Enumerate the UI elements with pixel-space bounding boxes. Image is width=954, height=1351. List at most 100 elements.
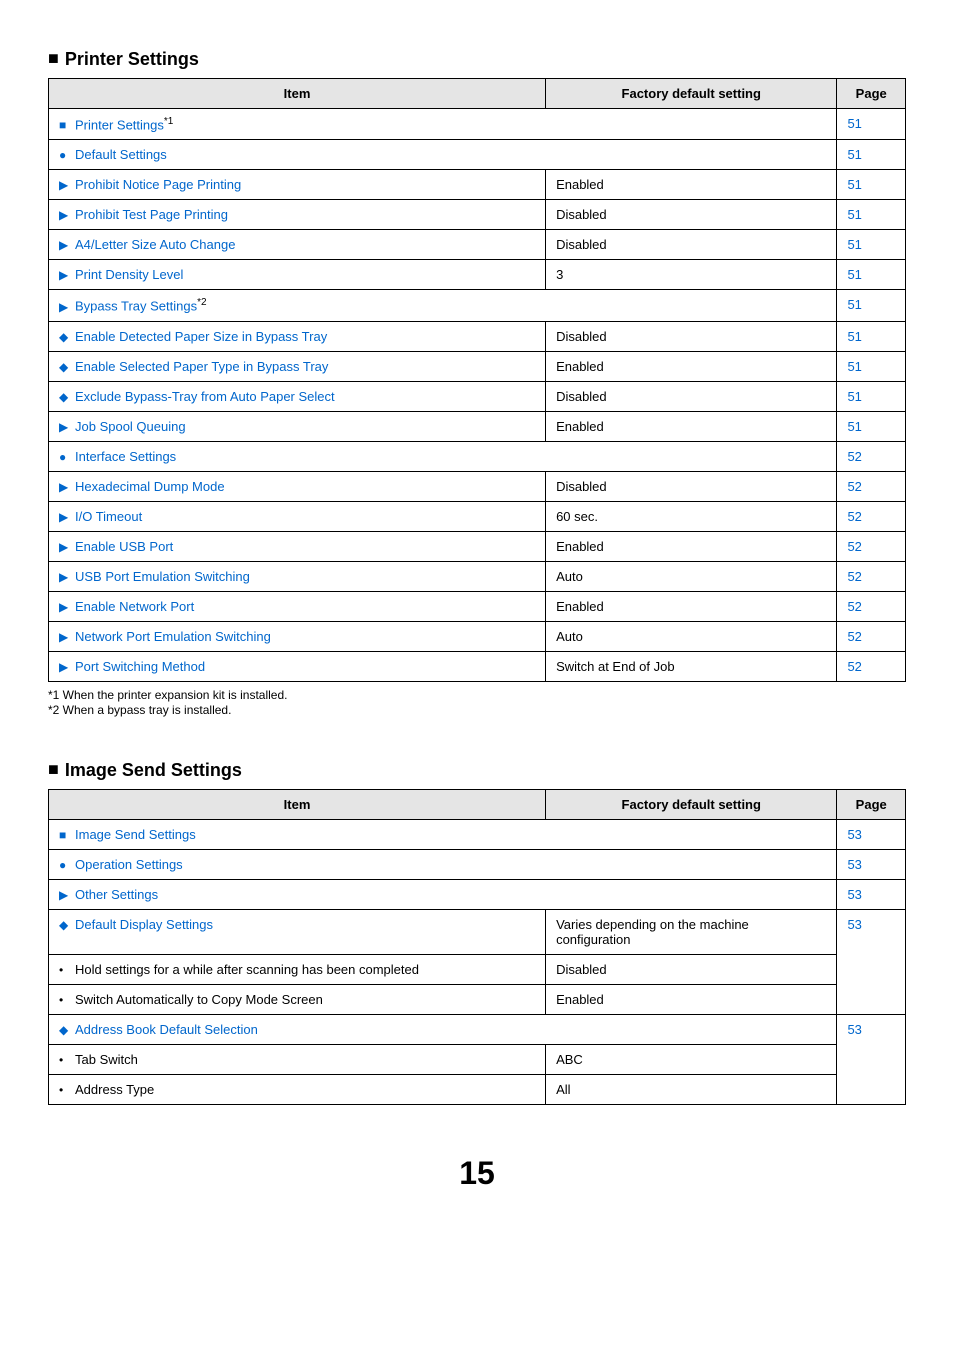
page-cell[interactable]: 51 — [837, 140, 906, 170]
item-cell[interactable]: ▶USB Port Emulation Switching — [49, 561, 546, 591]
section-heading-image-send: ■Image Send Settings — [48, 759, 906, 781]
item-label[interactable]: Address Book Default Selection — [75, 1022, 258, 1037]
item-label[interactable]: Default Settings — [75, 147, 167, 162]
page-link[interactable]: 52 — [847, 599, 861, 614]
item-label[interactable]: Job Spool Queuing — [75, 419, 186, 434]
item-label[interactable]: USB Port Emulation Switching — [75, 569, 250, 584]
page-link[interactable]: 51 — [847, 419, 861, 434]
page-cell[interactable]: 52 — [837, 561, 906, 591]
page-link[interactable]: 51 — [847, 237, 861, 252]
page-cell[interactable]: 53 — [837, 849, 906, 879]
item-cell[interactable]: ▶Prohibit Test Page Printing — [49, 200, 546, 230]
page-link[interactable]: 51 — [847, 359, 861, 374]
item-label[interactable]: Operation Settings — [75, 857, 183, 872]
page-link[interactable]: 51 — [847, 297, 861, 312]
page-link[interactable]: 51 — [847, 267, 861, 282]
page-cell[interactable]: 51 — [837, 230, 906, 260]
item-cell[interactable]: ◆Default Display Settings — [49, 909, 546, 954]
item-cell[interactable]: ■Image Send Settings — [49, 819, 837, 849]
item-cell[interactable]: ●Operation Settings — [49, 849, 837, 879]
page-cell[interactable]: 53 — [837, 819, 906, 849]
item-label[interactable]: Exclude Bypass-Tray from Auto Paper Sele… — [75, 389, 335, 404]
tri-icon: ▶ — [59, 630, 73, 644]
page-link[interactable]: 52 — [847, 479, 861, 494]
page-cell[interactable]: 52 — [837, 501, 906, 531]
item-cell[interactable]: ▶Print Density Level — [49, 260, 546, 290]
table-row: ▶Print Density Level351 — [49, 260, 906, 290]
page-link[interactable]: 51 — [847, 207, 861, 222]
page-link[interactable]: 51 — [847, 329, 861, 344]
item-cell[interactable]: ■Printer Settings*1 — [49, 109, 837, 140]
page-cell[interactable]: 53 — [837, 1014, 906, 1104]
page-cell[interactable]: 52 — [837, 471, 906, 501]
item-cell[interactable]: ▶Bypass Tray Settings*2 — [49, 290, 837, 321]
item-cell[interactable]: ◆Enable Selected Paper Type in Bypass Tr… — [49, 351, 546, 381]
page-cell[interactable]: 51 — [837, 200, 906, 230]
item-cell[interactable]: ▶Hexadecimal Dump Mode — [49, 471, 546, 501]
item-cell[interactable]: ▶Port Switching Method — [49, 651, 546, 681]
page-cell[interactable]: 51 — [837, 321, 906, 351]
factory-cell: All — [546, 1074, 837, 1104]
item-label[interactable]: Port Switching Method — [75, 659, 205, 674]
page-cell[interactable]: 51 — [837, 170, 906, 200]
item-cell[interactable]: ◆Enable Detected Paper Size in Bypass Tr… — [49, 321, 546, 351]
item-cell[interactable]: ▶A4/Letter Size Auto Change — [49, 230, 546, 260]
page-cell[interactable]: 53 — [837, 879, 906, 909]
page-cell[interactable]: 51 — [837, 411, 906, 441]
item-label[interactable]: Hexadecimal Dump Mode — [75, 479, 225, 494]
page-link[interactable]: 53 — [847, 857, 861, 872]
item-label[interactable]: Print Density Level — [75, 267, 183, 282]
item-label[interactable]: Printer Settings — [75, 117, 164, 132]
page-cell[interactable]: 52 — [837, 441, 906, 471]
item-label[interactable]: Network Port Emulation Switching — [75, 629, 271, 644]
page-cell[interactable]: 52 — [837, 591, 906, 621]
item-label[interactable]: Enable Network Port — [75, 599, 194, 614]
page-link[interactable]: 53 — [847, 917, 861, 932]
item-label[interactable]: Default Display Settings — [75, 917, 213, 932]
page-link[interactable]: 52 — [847, 659, 861, 674]
item-label[interactable]: Interface Settings — [75, 449, 176, 464]
item-label[interactable]: Prohibit Notice Page Printing — [75, 177, 241, 192]
item-cell[interactable]: ◆Address Book Default Selection — [49, 1014, 837, 1044]
page-link[interactable]: 51 — [847, 389, 861, 404]
item-label[interactable]: Enable Selected Paper Type in Bypass Tra… — [75, 359, 328, 374]
item-label[interactable]: Enable Detected Paper Size in Bypass Tra… — [75, 329, 327, 344]
page-link[interactable]: 53 — [847, 887, 861, 902]
item-cell[interactable]: ▶Job Spool Queuing — [49, 411, 546, 441]
page-cell[interactable]: 52 — [837, 621, 906, 651]
page-cell[interactable]: 52 — [837, 531, 906, 561]
item-label[interactable]: Prohibit Test Page Printing — [75, 207, 228, 222]
item-cell[interactable]: ▶Other Settings — [49, 879, 837, 909]
item-label[interactable]: I/O Timeout — [75, 509, 142, 524]
page-link[interactable]: 51 — [847, 116, 861, 131]
item-cell[interactable]: ▶I/O Timeout — [49, 501, 546, 531]
item-cell[interactable]: ▶Enable USB Port — [49, 531, 546, 561]
item-cell[interactable]: ▶Enable Network Port — [49, 591, 546, 621]
page-link[interactable]: 52 — [847, 629, 861, 644]
page-cell[interactable]: 51 — [837, 351, 906, 381]
page-link[interactable]: 53 — [847, 1022, 861, 1037]
page-link[interactable]: 51 — [847, 177, 861, 192]
item-cell[interactable]: ●Default Settings — [49, 140, 837, 170]
item-label[interactable]: Other Settings — [75, 887, 158, 902]
page-link[interactable]: 51 — [847, 147, 861, 162]
item-label[interactable]: Enable USB Port — [75, 539, 173, 554]
item-cell[interactable]: ◆Exclude Bypass-Tray from Auto Paper Sel… — [49, 381, 546, 411]
page-cell[interactable]: 53 — [837, 909, 906, 1014]
item-label[interactable]: Image Send Settings — [75, 827, 196, 842]
item-label[interactable]: Bypass Tray Settings — [75, 299, 197, 314]
page-link[interactable]: 53 — [847, 827, 861, 842]
item-cell[interactable]: ●Interface Settings — [49, 441, 837, 471]
page-cell[interactable]: 51 — [837, 260, 906, 290]
item-cell[interactable]: ▶Network Port Emulation Switching — [49, 621, 546, 651]
page-cell[interactable]: 52 — [837, 651, 906, 681]
page-cell[interactable]: 51 — [837, 381, 906, 411]
page-link[interactable]: 52 — [847, 569, 861, 584]
page-cell[interactable]: 51 — [837, 290, 906, 321]
page-link[interactable]: 52 — [847, 509, 861, 524]
item-label[interactable]: A4/Letter Size Auto Change — [75, 237, 235, 252]
page-cell[interactable]: 51 — [837, 109, 906, 140]
page-link[interactable]: 52 — [847, 449, 861, 464]
item-cell[interactable]: ▶Prohibit Notice Page Printing — [49, 170, 546, 200]
page-link[interactable]: 52 — [847, 539, 861, 554]
